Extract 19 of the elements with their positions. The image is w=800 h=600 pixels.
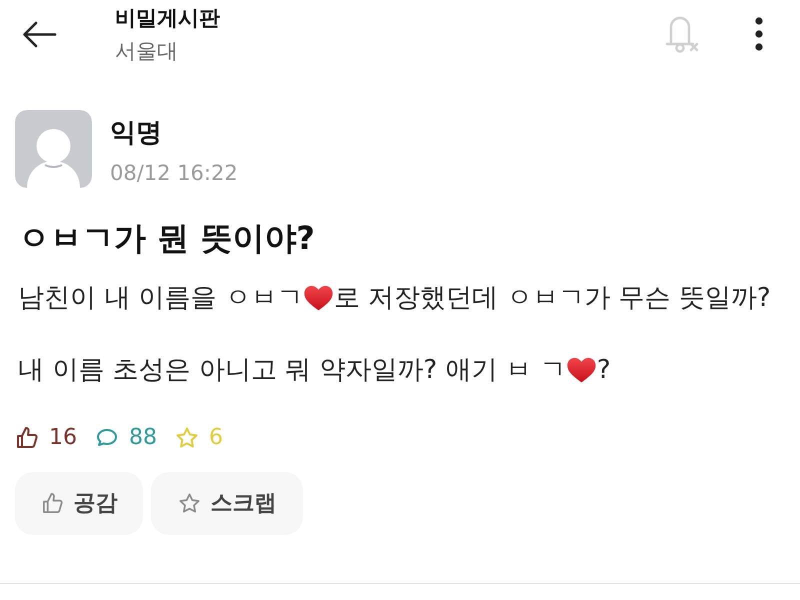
heart-icon <box>302 284 334 311</box>
post-title: ㅇㅂㄱ가 뭔 뜻이야? <box>18 218 315 259</box>
like-button[interactable]: 공감 <box>15 472 143 535</box>
author-name: 익명 <box>110 117 163 150</box>
scrap-count: 6 <box>209 424 223 452</box>
thumbs-up-icon <box>40 492 64 515</box>
scrap-button[interactable]: 스크랩 <box>151 472 303 535</box>
heart-icon <box>566 356 597 383</box>
board-title: 비밀게시판 <box>115 5 220 32</box>
back-arrow-icon[interactable] <box>22 21 57 48</box>
body-text: 남친이 내 이름을 ㅇㅂㄱ 로 저장했던데 ㅇㅂㄱ가 무슨 뜻일까? <box>18 282 771 315</box>
board-subtitle: 서울대 <box>115 38 179 65</box>
body-text: 내 이름 초성은 아니고 뭐 약자일까? 애기 ㅂ ㄱ ? <box>18 354 611 387</box>
comment-count: 88 <box>129 424 157 452</box>
star-icon <box>178 492 200 515</box>
more-options-icon[interactable] <box>755 17 763 51</box>
like-count: 16 <box>49 424 77 452</box>
post-time: 08/12 16:22 <box>110 160 238 187</box>
avatar-icon <box>15 110 92 188</box>
